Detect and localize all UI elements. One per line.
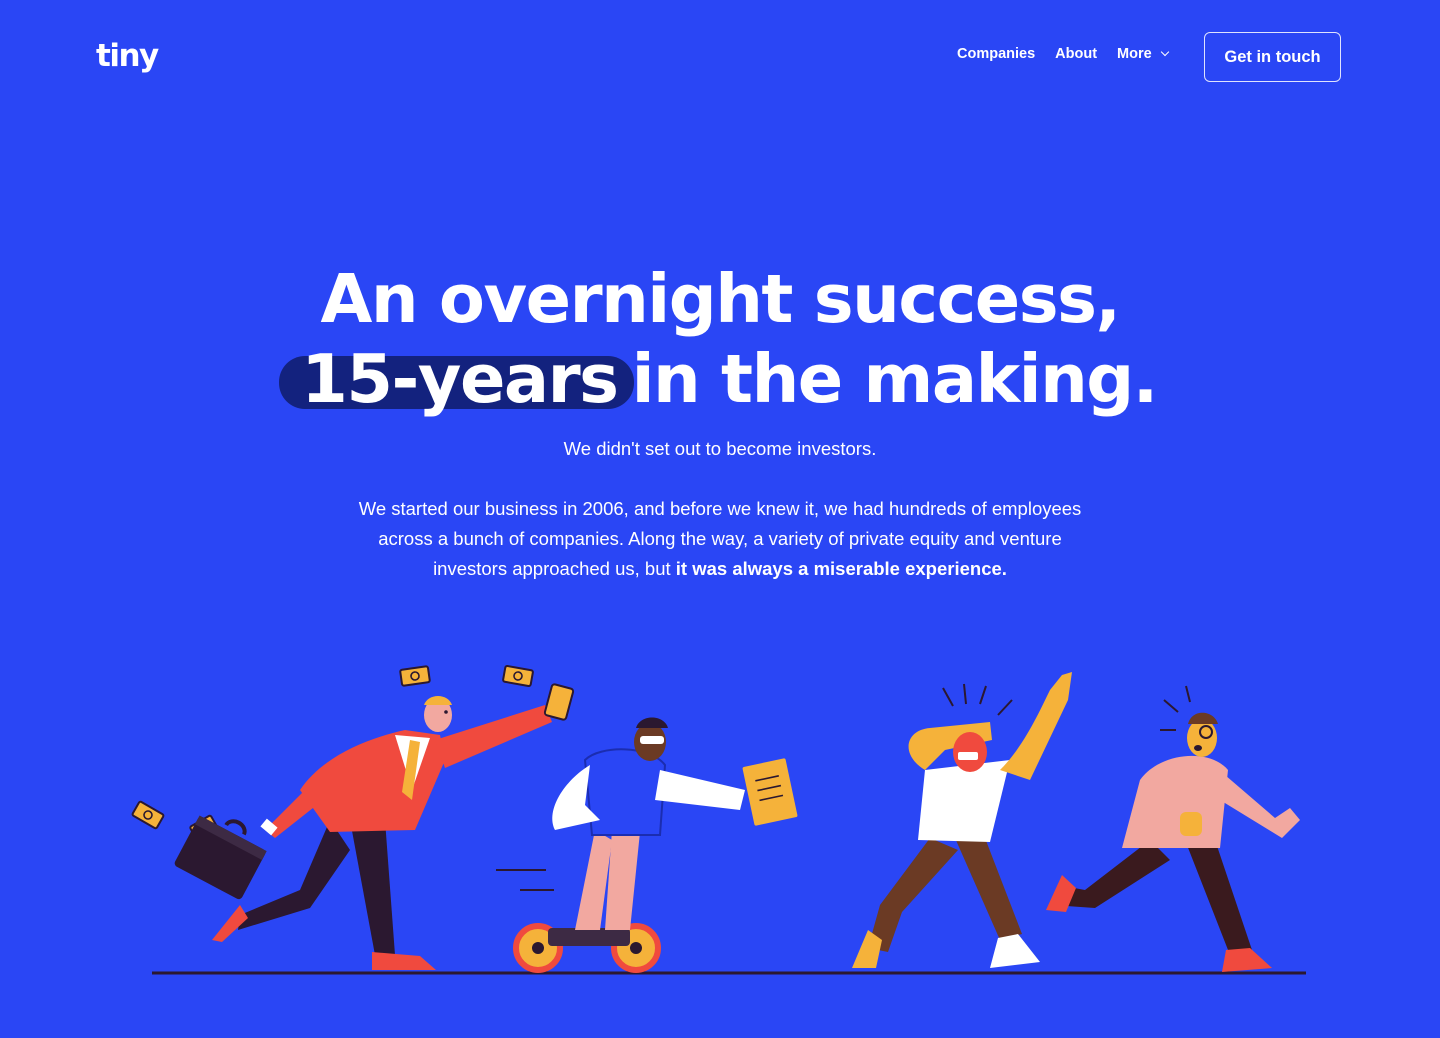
briefcase-icon [174, 815, 267, 900]
get-in-touch-button[interactable]: Get in touch [1204, 32, 1341, 82]
hero-lead: We didn't set out to become investors. [563, 437, 877, 459]
site-header: tiny Companies About More Get in touch [0, 0, 1440, 120]
nav-about[interactable]: About [1055, 46, 1097, 62]
nav-more-dropdown[interactable]: More [1117, 46, 1169, 62]
nav-more-label: More [1117, 46, 1152, 62]
nav-companies-label: Companies [957, 46, 1036, 62]
blocking-founder-figure [852, 672, 1072, 968]
headline-highlight: 15-years [279, 339, 634, 419]
headline-line-2-rest: in the making. [631, 339, 1159, 418]
nav-companies[interactable]: Companies [957, 46, 1035, 62]
hero-headline: An overnight success, 15-years in the mak… [0, 259, 1440, 419]
main-nav: Companies About More [957, 46, 1169, 62]
running-founder-figure [1046, 685, 1300, 972]
money-bill-icon [131, 800, 165, 830]
hoverboard-investor-figure [496, 717, 798, 973]
highlight-text: 15-years [301, 339, 619, 418]
para-bold: it was always a miserable experience. [675, 557, 1007, 579]
money-bill-icon [399, 665, 431, 687]
headline-line-2: 15-years in the making. [0, 339, 1440, 419]
red-suit-investor-figure [131, 665, 575, 970]
chevron-down-icon [1160, 47, 1169, 57]
nav-about-label: About [1055, 46, 1098, 62]
money-bill-icon [502, 665, 534, 687]
document-icon [742, 758, 798, 826]
investors-illustration [131, 665, 1306, 975]
hero-paragraph: We started our business in 2006, and bef… [352, 494, 1088, 584]
tiny-logo[interactable]: tiny [96, 36, 159, 76]
headline-line-1: An overnight success, [320, 259, 1121, 338]
